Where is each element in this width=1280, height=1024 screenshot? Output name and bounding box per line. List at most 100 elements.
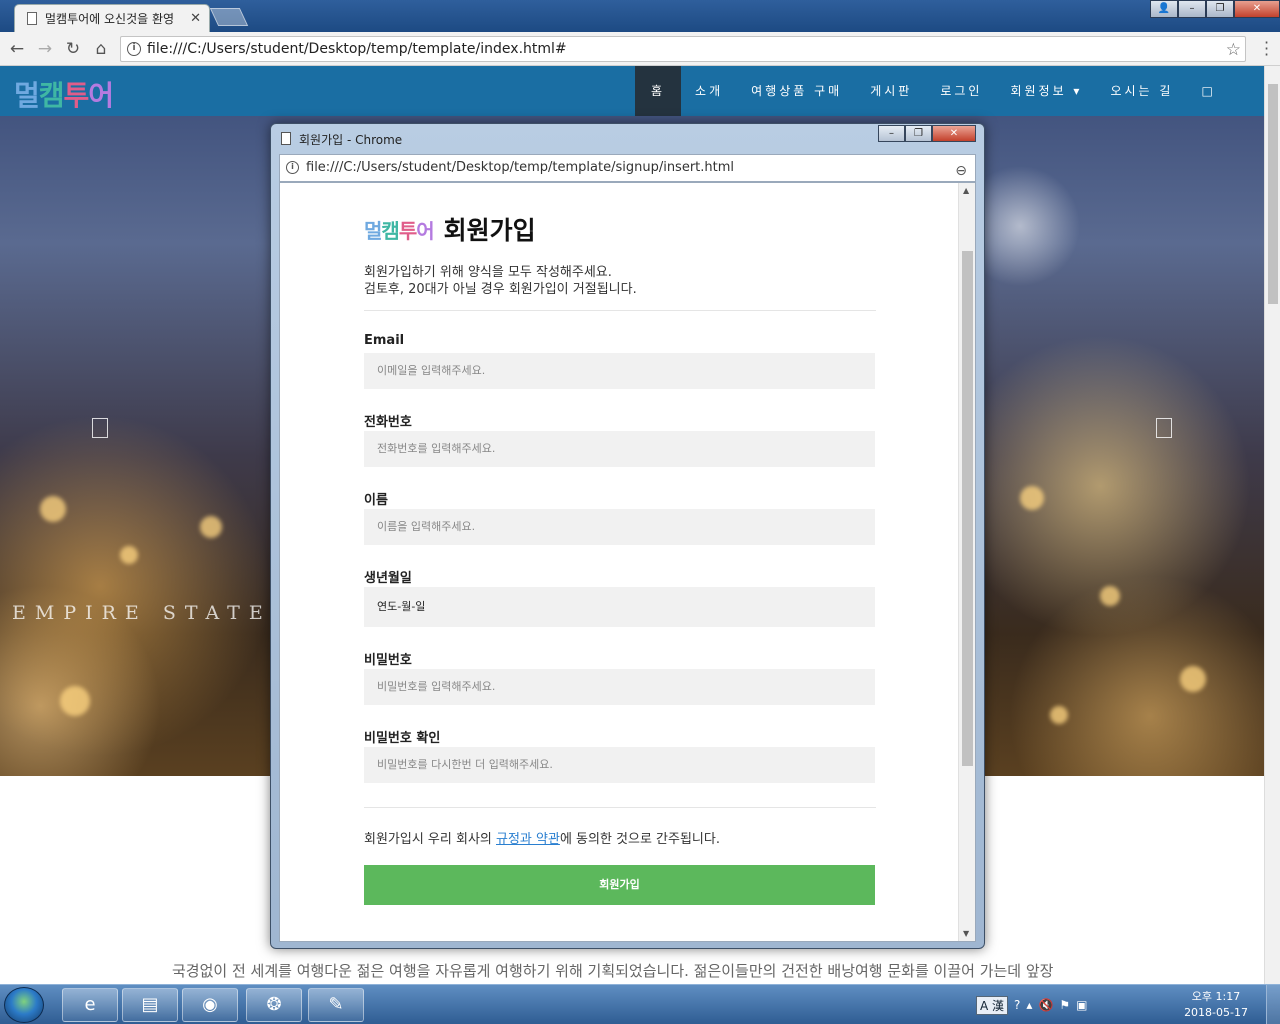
browser-menu-icon[interactable]: · · · — [1264, 35, 1269, 63]
help-icon[interactable]: ? — [1014, 998, 1020, 1012]
password-field[interactable]: 비밀번호를 입력해주세요. — [364, 669, 875, 705]
nav-board[interactable]: 게시판 — [856, 66, 926, 116]
bokeh-light — [1020, 486, 1044, 510]
paint-icon[interactable]: ✎ — [308, 988, 364, 1022]
browser-tabstrip: 멀캠투어에 오신것을 환영 ✕ 👤 – ❐ ✕ — [0, 0, 1280, 32]
form-title: 회원가입 — [443, 216, 536, 245]
forward-icon[interactable]: → — [34, 38, 56, 60]
popup-window-title: 회원가입 - Chrome — [299, 133, 403, 147]
form-logo: 멀캠투어 — [364, 218, 435, 243]
terms-prefix: 회원가입시 우리 회사의 — [364, 832, 496, 847]
site-navbar: 멀캠투어 홈 소개 여행상품 구매 게시판 로그인 회원정보 ▾ 오시는 길 □ — [0, 66, 1264, 116]
signup-form: 멀캠투어 회원가입 회원가입하기 위해 양식을 모두 작성해주세요. 검토후, … — [364, 209, 876, 905]
signup-popup-window: 회원가입 - Chrome – ❐ ✕ i file:///C:/Users/s… — [270, 123, 985, 949]
site-logo[interactable]: 멀캠투어 — [14, 74, 114, 114]
tab-title: 멀캠투어에 오신것을 환영 — [45, 12, 175, 26]
popup-restore-button[interactable]: ❐ — [905, 125, 932, 142]
page-scrollbar[interactable] — [1264, 66, 1280, 984]
form-description: 회원가입하기 위해 양식을 모두 작성해주세요. 검토후, 20대가 아닐 경우… — [364, 264, 876, 298]
description-line: 검토후, 20대가 아닐 경우 회원가입이 거절됩니다. — [364, 282, 637, 297]
nav-buy-tour[interactable]: 여행상품 구매 — [737, 66, 856, 116]
new-tab-button[interactable] — [209, 8, 249, 26]
carousel-prev-button[interactable] — [92, 418, 108, 438]
browser-toolbar: ← → ↻ ⌂ i file:///C:/Users/student/Deskt… — [0, 32, 1280, 66]
site-nav-menu: 홈 소개 여행상품 구매 게시판 로그인 회원정보 ▾ 오시는 길 □ — [635, 66, 1230, 116]
divider — [364, 310, 876, 311]
minimize-button[interactable]: – — [1178, 0, 1206, 18]
explorer-icon[interactable]: ▤ — [122, 988, 178, 1022]
email-label: Email — [364, 333, 405, 348]
address-text: file:///C:/Users/student/Desktop/temp/te… — [147, 41, 567, 57]
nav-login[interactable]: 로그인 — [926, 66, 996, 116]
terms-agreement-text: 회원가입시 우리 회사의 규정과 약관에 동의한 것으로 간주됩니다. — [364, 828, 876, 847]
popup-address-text: file:///C:/Users/student/Desktop/temp/te… — [306, 160, 735, 175]
restore-button[interactable]: ❐ — [1206, 0, 1234, 18]
address-bar[interactable]: i file:///C:/Users/student/Desktop/temp/… — [120, 36, 1246, 62]
close-tab-icon[interactable]: ✕ — [190, 11, 201, 26]
divider — [364, 807, 876, 808]
phone-field[interactable]: 전화번호를 입력해주세요. — [364, 431, 875, 467]
bokeh-light — [120, 546, 138, 564]
nav-extra-icon[interactable]: □ — [1187, 66, 1229, 116]
scroll-down-icon[interactable]: ▼ — [963, 929, 969, 938]
action-center-icon[interactable]: ⚑ — [1059, 998, 1070, 1012]
hero-caption: EMPIRE STATE C — [12, 602, 311, 624]
signup-submit-button[interactable]: 회원가입 — [364, 865, 875, 905]
zoom-icon[interactable]: ⊖ — [955, 158, 967, 184]
phone-label: 전화번호 — [364, 415, 412, 430]
form-header: 멀캠투어 회원가입 — [364, 209, 876, 249]
info-icon[interactable]: i — [286, 161, 299, 174]
start-button[interactable] — [4, 987, 44, 1023]
bookmark-star-icon[interactable]: ☆ — [1226, 38, 1241, 62]
ie-icon[interactable]: e — [62, 988, 118, 1022]
popup-close-button[interactable]: ✕ — [932, 125, 976, 142]
nav-directions[interactable]: 오시는 길 — [1096, 66, 1187, 116]
close-window-button[interactable]: ✕ — [1234, 0, 1280, 18]
chrome-icon[interactable]: ◉ — [182, 988, 238, 1022]
nav-home[interactable]: 홈 — [635, 66, 682, 116]
bokeh-light — [1180, 666, 1206, 692]
popup-window-controls: – ❐ ✕ — [878, 125, 976, 142]
nav-member-info[interactable]: 회원정보 ▾ — [996, 66, 1096, 116]
bokeh-light — [1100, 586, 1120, 606]
back-icon[interactable]: ← — [6, 38, 28, 60]
window-controls: 👤 – ❐ ✕ — [1150, 0, 1280, 18]
home-icon[interactable]: ⌂ — [90, 38, 112, 60]
carousel-next-button[interactable] — [1156, 418, 1172, 438]
system-tray: A 漢 ? ▴ 🔇 ⚑ ▣ — [976, 993, 1088, 1017]
bokeh-light — [60, 686, 90, 716]
page-icon — [281, 132, 291, 145]
eclipse-icon[interactable]: ❂ — [246, 988, 302, 1022]
bokeh-light — [200, 516, 222, 538]
user-icon[interactable]: 👤 — [1150, 0, 1178, 18]
clock-date: 2018-05-17 — [1184, 1006, 1248, 1019]
password-label: 비밀번호 — [364, 653, 412, 668]
browser-tab[interactable]: 멀캠투어에 오신것을 환영 ✕ — [14, 4, 210, 32]
page-scroll-thumb[interactable] — [1268, 84, 1278, 304]
show-desktop-button[interactable] — [1266, 985, 1280, 1024]
description-line: 회원가입하기 위해 양식을 모두 작성해주세요. — [364, 265, 612, 280]
page-icon — [27, 12, 37, 25]
reload-icon[interactable]: ↻ — [62, 38, 84, 60]
network-icon[interactable]: ▣ — [1076, 998, 1087, 1012]
popup-address-bar[interactable]: i file:///C:/Users/student/Desktop/temp/… — [279, 154, 976, 182]
info-icon[interactable]: i — [127, 42, 141, 56]
ime-indicator[interactable]: A 漢 — [976, 995, 1009, 1015]
terms-link[interactable]: 규정과 약관 — [496, 832, 560, 847]
password-confirm-field[interactable]: 비밀번호를 다시한번 더 입력해주세요. — [364, 747, 875, 783]
popup-scrollbar[interactable]: ▲ ▼ — [958, 183, 975, 941]
system-clock[interactable]: 오후 1:17 2018-05-17 — [1184, 989, 1248, 1021]
popup-content: 멀캠투어 회원가입 회원가입하기 위해 양식을 모두 작성해주세요. 검토후, … — [279, 182, 976, 942]
scroll-up-icon[interactable]: ▲ — [963, 186, 969, 195]
tray-expand-icon[interactable]: ▴ — [1026, 998, 1032, 1012]
bokeh-light — [1050, 706, 1068, 724]
popup-minimize-button[interactable]: – — [878, 125, 905, 142]
volume-muted-icon[interactable]: 🔇 — [1038, 998, 1053, 1012]
terms-suffix: 에 동의한 것으로 간주됩니다. — [559, 832, 720, 847]
popup-scroll-thumb[interactable] — [962, 251, 973, 766]
windows-taskbar: e ▤ ◉ ❂ ✎ A 漢 ? ▴ 🔇 ⚑ ▣ 오후 1:17 2018-05-… — [0, 984, 1280, 1024]
birthdate-field[interactable]: 연도-월-일 — [364, 587, 875, 627]
nav-about[interactable]: 소개 — [681, 66, 737, 116]
email-field[interactable]: 이메일을 입력해주세요. — [364, 353, 875, 389]
name-field[interactable]: 이름을 입력해주세요. — [364, 509, 875, 545]
